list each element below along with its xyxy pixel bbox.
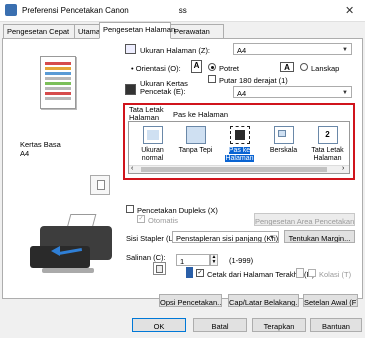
media-type-label: Kertas Basa [20,140,61,149]
portrait-radio[interactable] [208,63,216,71]
stamp-background-button[interactable]: Cap/Latar Belakang... [228,294,299,307]
layout-option-page-layout[interactable]: 2 Tata Letak Halaman [306,126,349,163]
copies-icon [153,262,166,275]
scroll-right-icon[interactable]: › [342,165,344,172]
copies-stepper[interactable]: ▲ ▼ [210,254,218,266]
scaled-icon [273,126,294,144]
copies-input[interactable]: 1 [176,254,210,266]
orientation-label: • Orientasi (O): [131,64,181,73]
stapling-dropdown[interactable]: Penstapleran sisi panjang (Kri) ▼ [172,231,279,243]
layout-current: Pas ke Halaman [173,110,229,119]
fit-to-page-icon [229,126,250,144]
specify-margin-button[interactable]: Tentukan Margin... [284,230,355,243]
landscape-icon: A [280,62,294,72]
portrait-label: Potret [219,64,240,73]
rotate-180-label: Putar 180 derajat (1) [219,76,288,85]
cancel-button[interactable]: Batal [193,318,247,332]
page-size-icon [125,44,136,54]
paper-icon [90,175,110,195]
stapling-label: Sisi Stapler (L): [126,234,178,243]
page-layout-icon: 2 [317,126,338,144]
portrait-icon: A [191,60,202,73]
copies-value: 1 [180,257,185,266]
copies-range: (1-999) [229,256,254,265]
printer-paper-value: A4 [237,89,247,98]
automatic-checkbox[interactable]: ✓ [137,215,145,223]
reverse-order-checkbox[interactable]: ✓ [196,269,204,277]
reverse-order-icon [186,267,193,278]
ok-button[interactable]: OK [132,318,186,332]
stapling-value: Penstapleran sisi panjang (Kri) [176,234,279,243]
normal-size-icon [142,126,163,144]
duplex-label: Pencetakan Dupleks (X) [137,206,218,215]
print-options-button[interactable]: Opsi Pencetakan... [159,294,222,307]
scrollbar-thumb[interactable] [141,167,327,172]
landscape-radio[interactable] [300,63,308,71]
layout-option-fit-to-page[interactable]: Pas ke Halaman [218,126,261,163]
defaults-button[interactable]: Setelan Awal (F) [303,294,358,307]
layout-option-scaled[interactable]: Berskala [262,126,305,155]
window-title-suffix: ss [178,6,187,15]
help-button[interactable]: Bantuan [310,318,362,332]
printer-app-icon [5,4,17,16]
automatic-label: Otomatis [148,216,179,225]
layout-option-normal[interactable]: Ukuran normal [131,126,174,163]
page-size-value: A4 [237,46,247,55]
printer-paper-label: Ukuran Kertas Pencetak (E): [140,79,188,96]
print-area-setup-button[interactable]: Pengesetan Area Pencetakan... [254,213,355,226]
tab-maintenance[interactable]: Perawatan [170,24,224,38]
borderless-icon [185,126,206,144]
collate-label: Kolasi (T) [319,270,352,279]
rotate-180-checkbox[interactable] [208,75,216,83]
close-icon[interactable]: ✕ [345,4,354,17]
chevron-down-icon: ▼ [342,47,348,53]
tab-page-setup[interactable]: Pengesetan Halaman [99,22,175,39]
tab-main[interactable]: Utama [74,24,100,38]
printer-paper-icon [125,84,136,95]
printer-icon [18,210,118,288]
printer-paper-dropdown[interactable]: A4 ▼ [233,86,352,98]
duplex-checkbox[interactable] [126,205,134,213]
chevron-down-icon: ▼ [342,90,348,96]
window-title: Preferensi Pencetakan Canon [22,6,129,15]
tab-quick-setup[interactable]: Pengesetan Cepat [3,24,75,38]
collate-icon [296,268,304,278]
copies-label: Salinan (C): [126,253,166,262]
page-size-label: Ukuran Halaman (Z): [140,46,211,55]
chevron-down-icon: ▼ [269,235,275,241]
layout-scrollbar[interactable]: ‹ › [129,165,349,173]
page-size-dropdown[interactable]: A4 ▼ [233,43,352,55]
apply-button[interactable]: Terapkan [252,318,306,332]
paper-size-label: A4 [20,149,30,158]
scroll-left-icon[interactable]: ‹ [131,165,133,172]
title-bar: Preferensi Pencetakan Canon ss ✕ [0,0,365,22]
collate-checkbox[interactable] [308,269,316,277]
layout-option-borderless[interactable]: Tanpa Tepi [174,126,217,155]
landscape-label: Lanskap [311,64,340,73]
page-preview [40,56,76,109]
